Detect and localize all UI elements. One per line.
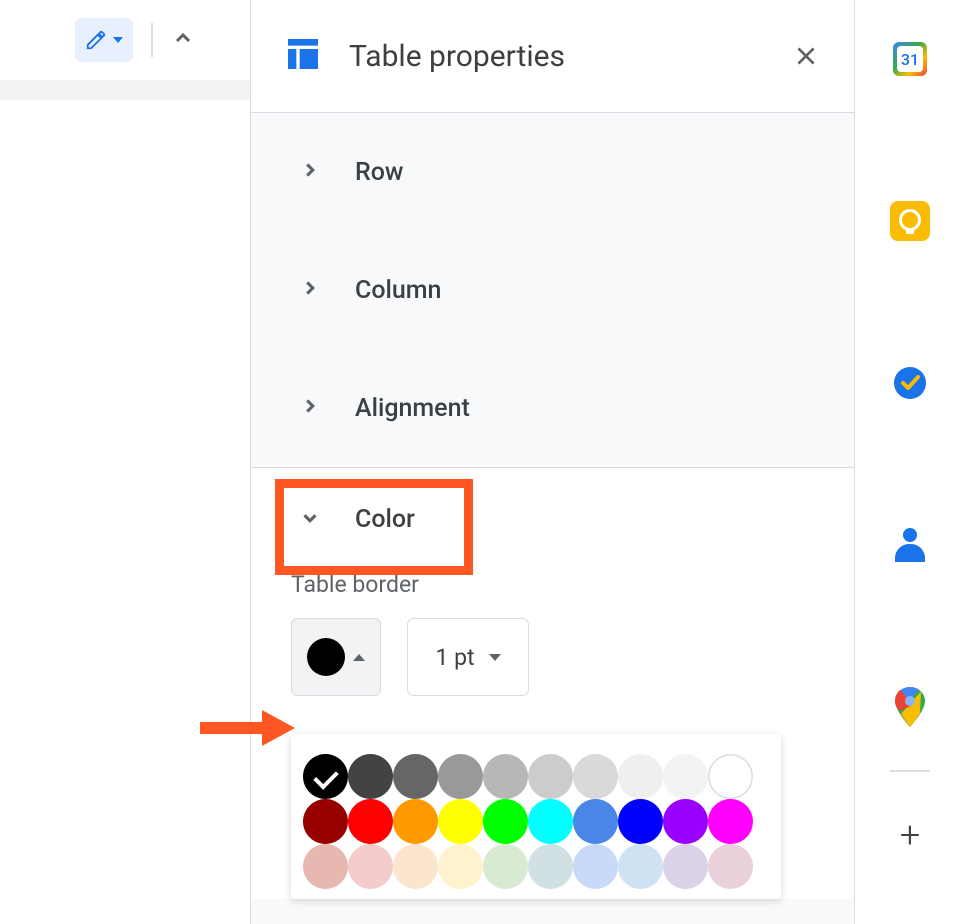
dropdown-caret-down-icon <box>489 654 501 661</box>
palette-color[interactable] <box>303 844 348 889</box>
palette-color[interactable] <box>663 754 708 799</box>
section-column[interactable]: Column <box>251 231 854 349</box>
plus-icon: + <box>900 817 920 853</box>
section-column-label: Column <box>355 276 441 305</box>
chevron-right-icon <box>299 159 321 185</box>
palette-color[interactable] <box>483 754 528 799</box>
pencil-icon <box>85 29 107 51</box>
rail-divider <box>890 770 930 772</box>
section-color-label: Color <box>355 505 415 534</box>
section-row-label: Row <box>355 158 403 187</box>
table-border-label: Table border <box>291 571 814 598</box>
palette-color[interactable] <box>528 754 573 799</box>
table-icon <box>283 34 323 78</box>
palette-color[interactable] <box>438 754 483 799</box>
border-width-select[interactable]: 1 pt <box>407 618 529 696</box>
toolbar-divider <box>151 23 153 57</box>
add-addon-button[interactable]: + <box>889 814 931 856</box>
section-color-header[interactable]: Color <box>251 468 854 571</box>
close-button[interactable] <box>790 40 822 72</box>
palette-color[interactable] <box>573 844 618 889</box>
current-color-swatch <box>307 638 345 676</box>
palette-color[interactable] <box>663 844 708 889</box>
section-alignment[interactable]: Alignment <box>251 349 854 467</box>
close-icon <box>793 43 819 69</box>
palette-color[interactable] <box>483 799 528 844</box>
dropdown-caret-up-icon <box>353 654 365 661</box>
section-color: Color Table border 1 pt <box>251 467 854 899</box>
palette-color[interactable] <box>303 754 348 799</box>
palette-color[interactable] <box>618 799 663 844</box>
color-palette <box>291 734 781 899</box>
border-color-picker[interactable] <box>291 618 381 696</box>
panel-header: Table properties <box>251 0 854 113</box>
collapse-button[interactable] <box>171 26 195 54</box>
edit-mode-button[interactable] <box>75 18 133 62</box>
palette-color[interactable] <box>708 799 753 844</box>
palette-color[interactable] <box>483 844 528 889</box>
chevron-up-icon <box>171 26 195 50</box>
palette-color[interactable] <box>438 799 483 844</box>
palette-color[interactable] <box>393 799 438 844</box>
palette-color[interactable] <box>573 799 618 844</box>
chevron-right-icon <box>299 395 321 421</box>
palette-color[interactable] <box>348 754 393 799</box>
section-row[interactable]: Row <box>251 113 854 231</box>
palette-color[interactable] <box>348 799 393 844</box>
table-properties-panel: Table properties Row Column Alignment Co… <box>250 0 855 924</box>
palette-color[interactable] <box>393 844 438 889</box>
keep-app-icon[interactable] <box>889 200 931 242</box>
palette-color[interactable] <box>528 844 573 889</box>
palette-color[interactable] <box>618 844 663 889</box>
side-panel-rail: 31 + <box>856 0 964 924</box>
calendar-date: 31 <box>897 46 923 72</box>
palette-color[interactable] <box>393 754 438 799</box>
palette-color[interactable] <box>618 754 663 799</box>
contacts-app-icon[interactable] <box>889 524 931 566</box>
chevron-down-icon <box>299 507 321 533</box>
palette-color[interactable] <box>573 754 618 799</box>
calendar-app-icon[interactable]: 31 <box>889 38 931 80</box>
panel-title: Table properties <box>349 39 790 74</box>
palette-color[interactable] <box>438 844 483 889</box>
chevron-right-icon <box>299 277 321 303</box>
palette-color[interactable] <box>303 799 348 844</box>
tasks-app-icon[interactable] <box>889 362 931 404</box>
palette-color[interactable] <box>708 844 753 889</box>
maps-app-icon[interactable] <box>889 686 931 728</box>
palette-color[interactable] <box>528 799 573 844</box>
palette-color[interactable] <box>348 844 393 889</box>
border-width-value: 1 pt <box>435 644 474 671</box>
palette-color[interactable] <box>708 754 753 799</box>
dropdown-caret-icon <box>113 37 123 43</box>
section-alignment-label: Alignment <box>355 394 470 423</box>
toolbar-bottom-strip <box>0 80 250 100</box>
palette-color[interactable] <box>663 799 708 844</box>
